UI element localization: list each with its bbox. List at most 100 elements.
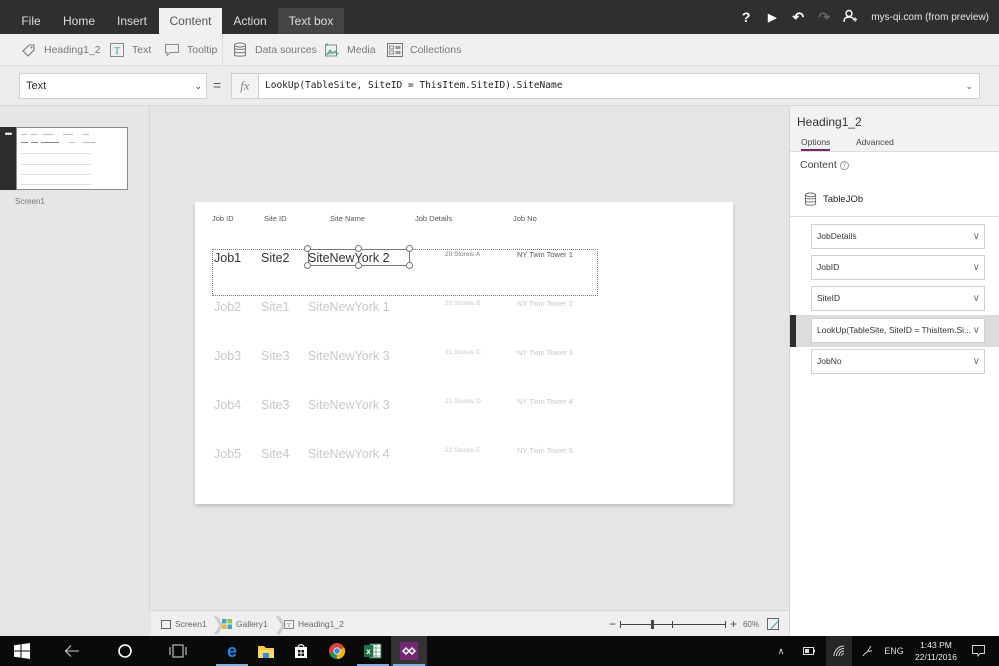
tab-options[interactable]: Options [801,137,831,151]
ribbon-heading1-2[interactable]: Heading1_2 [20,34,101,65]
selected-control-name[interactable]: Heading1_2 [797,115,862,129]
cell-job-no[interactable]: NY Twin Tower 3 [517,348,573,357]
menu-tab-content[interactable]: Content [159,8,222,34]
menu-tab-action[interactable]: Action [224,8,276,34]
ribbon-collections[interactable]: Collections [386,34,461,65]
undo-icon[interactable]: ↶ [785,9,811,26]
edge-icon[interactable]: e [214,636,250,666]
zoom-slider[interactable] [619,619,726,629]
cell-site-name[interactable]: SiteNewYork 4 [308,447,390,461]
field-dropdown-siteid[interactable]: SiteID ∨ [811,286,985,311]
cell-job-id[interactable]: Job1 [214,251,241,265]
redo-icon[interactable]: ↷ [811,9,837,26]
field-dropdown-lookup[interactable]: LookUp(TableSite, SiteID = ThisItem.Si..… [811,318,985,343]
resize-handle[interactable] [406,262,413,269]
account-icon[interactable] [837,9,863,26]
breadcrumb-gallery1[interactable]: Gallery1 [222,611,268,637]
cell-site-id[interactable]: Site2 [261,251,290,265]
breadcrumb-screen1[interactable]: Screen1 [161,611,207,637]
ribbon-separator [222,34,223,65]
field-dropdown-jobdetails[interactable]: JobDetails ∨ [811,224,985,249]
zoom-in-button[interactable]: + [730,617,737,631]
pen-icon[interactable] [858,636,876,666]
ribbon: Heading1_2 T Text Tooltip Data sources M [0,34,999,66]
cell-site-name[interactable]: SiteNewYork 1 [308,300,390,314]
cell-site-id[interactable]: Site1 [261,300,290,314]
cell-job-no[interactable]: NY Twin Tower 2 [517,299,573,308]
cell-job-id[interactable]: Job4 [214,398,241,412]
back-icon[interactable] [54,636,90,666]
cell-job-id[interactable]: Job5 [214,447,241,461]
cell-site-id[interactable]: Site4 [261,447,290,461]
resize-handle[interactable] [304,262,311,269]
show-hidden-icons[interactable]: ∧ [772,636,790,666]
cell-job-details[interactable]: 22 Storeis E [445,447,480,454]
cell-job-details[interactable]: 20 Storeis B [445,300,480,307]
app-screen[interactable]: Job ID Site ID Site Name Job Details Job… [195,202,733,504]
action-center-icon[interactable] [966,636,990,666]
tab-advanced[interactable]: Advanced [856,137,894,147]
cell-job-details[interactable]: 20 Storeis A [445,251,480,258]
zoom-slider-thumb[interactable] [650,620,654,629]
field-dropdown-jobno[interactable]: JobNo ∨ [811,349,985,374]
file-explorer-icon[interactable] [248,636,284,666]
clock[interactable]: 1:43 PM 22/11/2016 [908,639,964,663]
battery-icon[interactable] [800,636,818,666]
header-site-name[interactable]: Site Name [330,214,365,223]
zoom-out-button[interactable]: − [609,617,616,631]
ribbon-tooltip[interactable]: Tooltip [163,34,217,65]
play-icon[interactable]: ▶ [759,11,785,24]
cell-site-name[interactable]: SiteNewYork 3 [308,349,390,363]
screen-thumbnail[interactable] [16,127,128,190]
wifi-icon[interactable] [826,636,852,666]
resize-handle[interactable] [304,245,311,252]
menu-tab-text-box[interactable]: Text box [278,8,344,34]
header-job-details[interactable]: Job Details [415,214,452,223]
task-view-icon[interactable] [160,636,196,666]
menu-tab-insert[interactable]: Insert [110,8,154,34]
screen-options-icon[interactable]: ••• [0,127,16,190]
chrome-icon[interactable] [319,636,355,666]
property-dropdown[interactable]: Text ⌄ [19,73,207,99]
resize-handle[interactable] [355,262,362,269]
cell-site-id[interactable]: Site3 [261,349,290,363]
store-icon[interactable] [283,636,319,666]
header-site-id[interactable]: Site ID [264,214,287,223]
content-label: Content? [800,159,849,171]
cell-job-id[interactable]: Job2 [214,300,241,314]
cell-job-no[interactable]: NY Twin Tower 5 [517,446,573,455]
menu-tab-home[interactable]: Home [56,8,102,34]
resize-handle[interactable] [406,245,413,252]
header-job-no[interactable]: Job No [513,214,537,223]
field-dropdown-jobid[interactable]: JobID ∨ [811,255,985,280]
menu-tab-file[interactable]: File [14,8,48,34]
header-job-id[interactable]: Job ID [212,214,234,223]
help-icon[interactable]: ? [839,160,849,170]
property-value: Text [26,80,47,92]
excel-icon[interactable]: x [355,636,391,666]
cell-job-details[interactable]: 21 Storeis C [445,349,481,356]
help-icon[interactable]: ? [733,9,759,25]
data-source[interactable]: TableJOb [804,192,863,207]
resize-handle[interactable] [355,245,362,252]
start-icon[interactable] [2,636,42,666]
cell-job-details[interactable]: 21 Storeis D [445,398,481,405]
ribbon-text[interactable]: T Text [108,34,151,65]
ribbon-data-sources[interactable]: Data sources [231,34,317,65]
cell-job-id[interactable]: Job3 [214,349,241,363]
ribbon-media[interactable]: Media [323,34,376,65]
language-indicator[interactable]: ENG [882,636,906,666]
breadcrumb-heading1-2[interactable]: T Heading1_2 [284,611,344,637]
cell-site-id[interactable]: Site3 [261,398,290,412]
cell-job-no[interactable]: NY Twin Tower 1 [517,250,573,259]
cortana-icon[interactable] [107,636,143,666]
account-name[interactable]: mys-qi.com (from preview) [871,12,989,23]
zoom-control: − + 60% [605,611,779,637]
fit-to-window-icon[interactable] [767,618,779,630]
cell-site-name[interactable]: SiteNewYork 3 [308,398,390,412]
powerapps-icon[interactable] [391,636,427,666]
formula-input[interactable]: LookUp(TableSite, SiteID = ThisItem.Site… [258,73,980,99]
canvas-area: Job ID Site ID Site Name Job Details Job… [151,106,789,610]
cell-job-no[interactable]: NY Twin Tower 4 [517,397,573,406]
expand-formula-icon[interactable]: ⌄ [965,74,973,98]
